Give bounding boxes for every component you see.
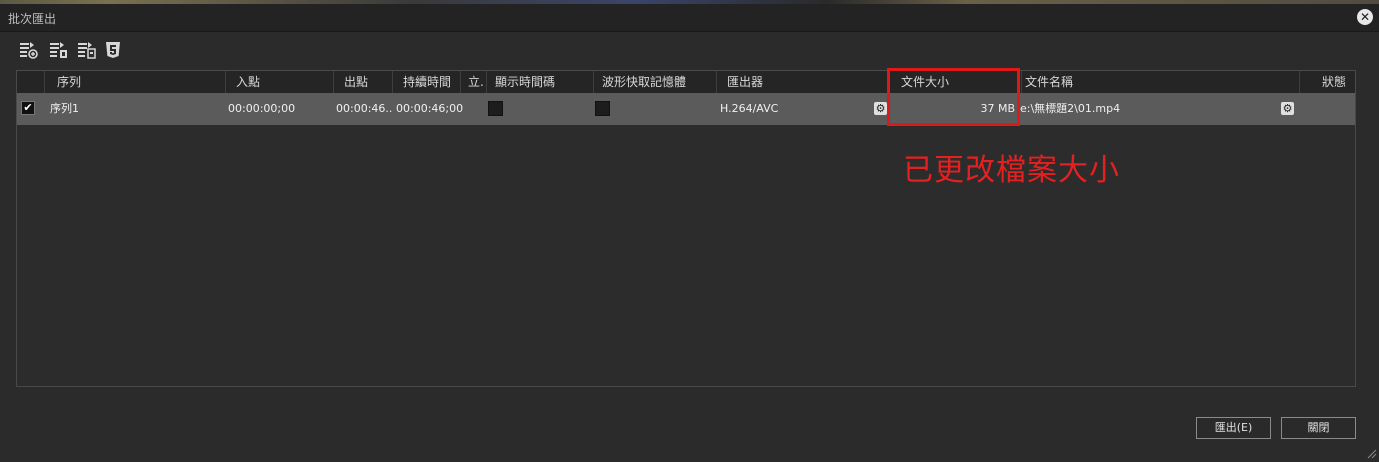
- close-button[interactable]: 關閉: [1281, 417, 1356, 439]
- title-bar: 批次匯出 ✕: [0, 4, 1379, 32]
- close-icon[interactable]: ✕: [1357, 9, 1373, 25]
- add-sequence-icon[interactable]: [48, 40, 68, 60]
- column-header-file-size[interactable]: 文件大小: [890, 71, 1022, 93]
- cell-exporter: H.264/AVC: [720, 102, 779, 115]
- remove-from-queue-icon[interactable]: [76, 40, 96, 60]
- cell-duration: 00:00:46;00: [396, 102, 464, 115]
- column-header-duration[interactable]: 持續時間: [393, 71, 461, 93]
- column-header-in-point[interactable]: 入點: [226, 71, 334, 93]
- file-name-settings-gear-icon[interactable]: ⚙: [1281, 102, 1294, 115]
- window-title: 批次匯出: [8, 12, 57, 26]
- cell-in-point[interactable]: 00:00:00;00: [228, 93, 295, 125]
- cell-file-size: 37 MB: [980, 102, 1015, 115]
- cell-out-point[interactable]: 00:00:46...: [336, 93, 393, 125]
- table-row[interactable]: ✔ 序列1 00:00:00;00 00:00:46... 00:00:46;0…: [17, 93, 1355, 125]
- column-header-show-timecode[interactable]: 顯示時間碼: [487, 71, 594, 93]
- export-queue-table: 序列 入點 出點 持續時間 立. 顯示時間碼 波形快取記憶體 匯出器 文件大小 …: [16, 70, 1356, 387]
- column-header-out-point[interactable]: 出點: [334, 71, 393, 93]
- table-header: 序列 入點 出點 持續時間 立. 顯示時間碼 波形快取記憶體 匯出器 文件大小 …: [17, 71, 1355, 94]
- cell-sequence: 序列1: [50, 102, 79, 115]
- add-to-queue-icon[interactable]: [18, 40, 38, 60]
- exporter-settings-gear-icon[interactable]: ⚙: [874, 102, 887, 115]
- export-button[interactable]: 匯出(E): [1196, 417, 1271, 439]
- waveform-cache-checkbox[interactable]: [595, 101, 610, 116]
- row-checkbox[interactable]: ✔: [21, 101, 35, 115]
- column-header-status[interactable]: 狀態: [1300, 71, 1355, 93]
- column-header-stereo[interactable]: 立.: [461, 71, 487, 93]
- column-header-sequence[interactable]: 序列: [45, 71, 226, 93]
- cell-file-name: e:\無標題2\01.mp4: [1020, 102, 1121, 115]
- html5-icon[interactable]: [103, 40, 123, 60]
- column-header-exporter[interactable]: 匯出器: [717, 71, 890, 93]
- show-timecode-checkbox[interactable]: [488, 101, 503, 116]
- column-header-waveform-cache[interactable]: 波形快取記憶體: [594, 71, 717, 93]
- header-check: [17, 71, 45, 93]
- column-header-file-name[interactable]: 文件名稱: [1022, 71, 1300, 93]
- resize-grip-icon[interactable]: [1365, 447, 1377, 459]
- annotation-text: 已更改檔案大小: [903, 153, 1120, 188]
